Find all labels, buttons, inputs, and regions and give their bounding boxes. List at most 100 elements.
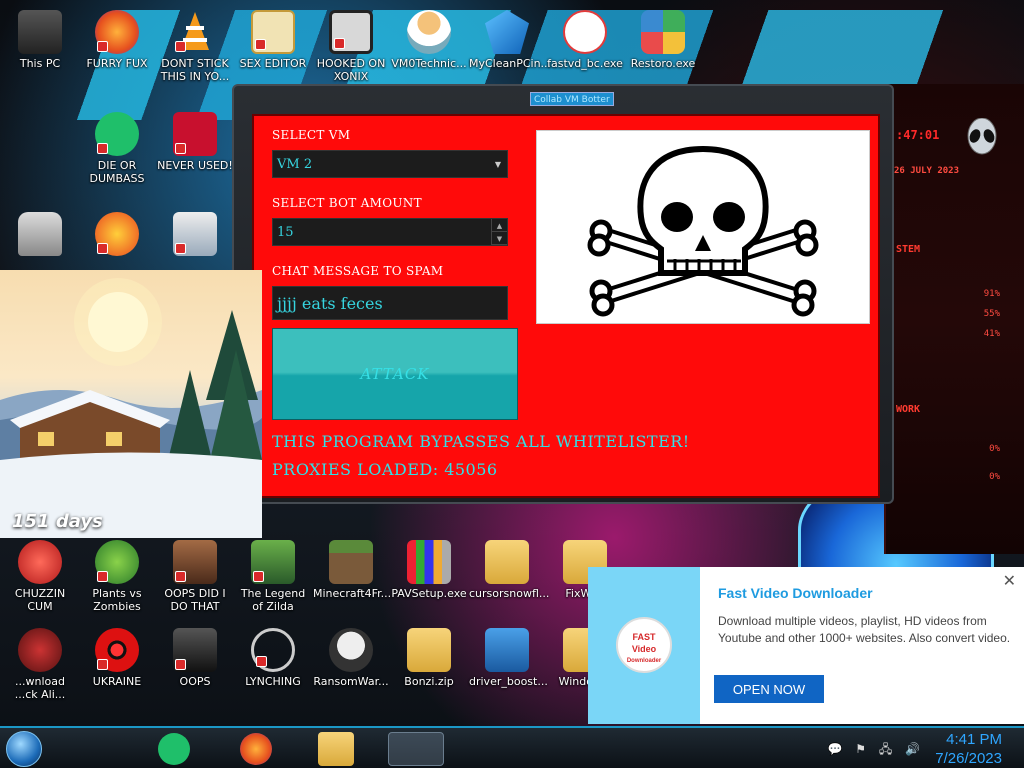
notification-body: Download multiple videos, playlist, HD v… [718, 614, 1011, 645]
vm-dropdown[interactable]: VM 2 ▼ [272, 150, 508, 178]
desktop-icon-ransomware[interactable]: RansomWar... [311, 628, 391, 688]
hud-pct-3: 41% [983, 329, 1000, 339]
iobit-icon [485, 628, 529, 672]
system-tray: 💬 ⚑ 🖧 🔊 [818, 740, 920, 761]
doctor-icon [407, 10, 451, 54]
clock-date: 7/26/2023 [935, 750, 1002, 767]
chevron-down-icon: ▼ [494, 160, 501, 169]
network-icon[interactable]: 🖧 [879, 742, 892, 756]
stepper-buttons[interactable]: ▲ ▼ [491, 219, 507, 245]
hud-net-2: 0% [989, 472, 1000, 482]
desktop-icon-plants-vs-zombies[interactable]: Plants vs Zombies [77, 540, 157, 613]
stepper-down-icon[interactable]: ▼ [492, 232, 507, 245]
taskbar-explorer-icon[interactable] [318, 732, 354, 766]
bot-amount-value: 15 [277, 225, 294, 240]
skull-small-icon [329, 628, 373, 672]
desktop-icon-paint-bucket[interactable] [0, 212, 80, 259]
hxd-icon [251, 10, 295, 54]
hud-pct-2: 55% [983, 309, 1000, 319]
desktop-icon-die-or-dumbass[interactable]: DIE OR DUMBASS [77, 112, 157, 185]
shield-icon [485, 10, 529, 54]
bypass-text: THIS PROGRAM BYPASSES ALL WHITELISTER! [272, 432, 690, 451]
desktop-icon-sex-editor[interactable]: SEX EDITOR [233, 10, 313, 70]
desktop-icon-furry-fux[interactable]: FURRY FUX [77, 10, 157, 70]
desktop-icon-never-used[interactable]: NEVER USED! [155, 112, 235, 172]
red-orb-icon [18, 628, 62, 672]
spotify-icon [95, 112, 139, 156]
close-icon[interactable]: ✕ [1003, 571, 1016, 591]
hud-network-label: WORK [896, 404, 921, 415]
skull-image [536, 130, 870, 324]
desktop-icon-lynching[interactable]: LYNCHING [233, 628, 313, 688]
window-title: Collab VM Botter [530, 92, 614, 106]
desktop-icon-pavsetup[interactable]: PAVSetup.exe [389, 540, 469, 600]
vlc-cone-icon [173, 10, 217, 54]
start-button[interactable] [6, 731, 42, 767]
collab-vm-botter-window: Collab VM Botter SELECT VM VM 2 ▼ SELECT… [232, 84, 894, 504]
desktop-icon-mycleanpc[interactable]: MyCleanPCin... [467, 10, 551, 70]
desktop-icon-download[interactable]: ...wnload ...ck Ali... [0, 628, 80, 701]
desktop-icon-dont-stick[interactable]: DONT STICK THIS IN YO... [155, 10, 235, 83]
desktop-icon-p-app[interactable] [77, 212, 157, 259]
dark-app-icon [173, 628, 217, 672]
hud-pct-1: 91% [983, 289, 1000, 299]
desktop-icon-driver-booster[interactable]: driver_boost... [467, 628, 548, 688]
portrait-icon [173, 540, 217, 584]
stepper-up-icon[interactable]: ▲ [492, 219, 507, 232]
installer-box-icon [407, 540, 451, 584]
attack-button[interactable]: ATTACK [272, 328, 518, 420]
proxies-text: PROXIES LOADED: 45056 [272, 460, 498, 479]
app-panel: SELECT VM VM 2 ▼ SELECT BOT AMOUNT 15 ▲ … [252, 114, 880, 498]
zelda-icon [251, 540, 295, 584]
desktop-icon-hooked-on-xonix[interactable]: HOOKED ON XONIX [311, 10, 391, 83]
desktop-icon-vm0technic[interactable]: VM0Technic... [389, 10, 469, 70]
xonix-icon [329, 10, 373, 54]
p-badge-icon [95, 212, 139, 256]
hud-time: :47:01 [896, 128, 940, 142]
desktop-icon-bonzi-zip[interactable]: Bonzi.zip [389, 628, 469, 688]
taskbar-spotify-icon[interactable] [158, 733, 190, 765]
desktop-icon-legend-of-zilda[interactable]: The Legend of Zilda [233, 540, 313, 613]
desktop-icon-key-app[interactable] [155, 212, 235, 259]
desktop-icon-fastvd[interactable]: fastvd_bc.exe [545, 10, 625, 70]
skull-crossbones-icon [587, 145, 819, 317]
devcpp-icon [173, 112, 217, 156]
bot-amount-label: SELECT BOT AMOUNT [272, 196, 422, 210]
pvz-icon [95, 540, 139, 584]
desktop-icon-oops[interactable]: OOPS [155, 628, 235, 688]
chuzzle-icon [18, 540, 62, 584]
zip-folder-icon [485, 540, 529, 584]
chat-message-input[interactable]: jjjj eats feces [272, 286, 508, 320]
open-now-button[interactable]: OPEN NOW [714, 675, 824, 703]
flag-icon[interactable]: ⚑ [855, 742, 866, 756]
desktop-icon-minecraft[interactable]: Minecraft4Fr... [311, 540, 391, 600]
bot-amount-stepper[interactable]: 15 ▲ ▼ [272, 218, 508, 246]
volume-icon[interactable]: 🔊 [905, 742, 920, 756]
restoro-icon [641, 10, 685, 54]
fast-video-notification[interactable]: FAST Video Downloader ✕ Fast Video Downl… [588, 567, 1024, 724]
noose-icon [251, 628, 295, 672]
desktop-icon-oops-did-i[interactable]: OOPS DID I DO THAT [155, 540, 235, 613]
alien-icon [967, 118, 997, 155]
minecraft-block-icon [329, 540, 373, 584]
chat-icon[interactable]: 💬 [827, 742, 842, 756]
weather-widget[interactable]: 151 days [0, 270, 262, 538]
fast-video-icon [563, 10, 607, 54]
fast-video-logo: FAST Video Downloader [616, 617, 672, 673]
radiation-icon [95, 628, 139, 672]
taskbar-botter-icon[interactable] [388, 732, 444, 766]
desktop-icon-restoro[interactable]: Restoro.exe [623, 10, 703, 70]
notification-title: Fast Video Downloader [718, 585, 873, 601]
hud-date: 26 JULY 2023 [894, 166, 960, 176]
desktop-icon-this-pc[interactable]: This PC [0, 10, 80, 70]
chat-message-label: CHAT MESSAGE TO SPAM [272, 264, 444, 278]
bucket-icon [18, 212, 62, 256]
vm-dropdown-value: VM 2 [277, 157, 313, 172]
hud-system-label: STEM [896, 244, 921, 255]
desktop-icon-cursorsnowfl[interactable]: cursorsnowfl... [467, 540, 549, 600]
taskbar-clock[interactable]: 4:41 PM 7/26/2023 [935, 730, 1002, 768]
desktop-icon-ukraine[interactable]: UKRAINE [77, 628, 157, 688]
desktop-icon-chuzzin-cum[interactable]: CHUZZIN CUM [0, 540, 80, 613]
taskbar-firefox-icon[interactable] [240, 733, 272, 765]
hud-net-1: 0% [989, 444, 1000, 454]
